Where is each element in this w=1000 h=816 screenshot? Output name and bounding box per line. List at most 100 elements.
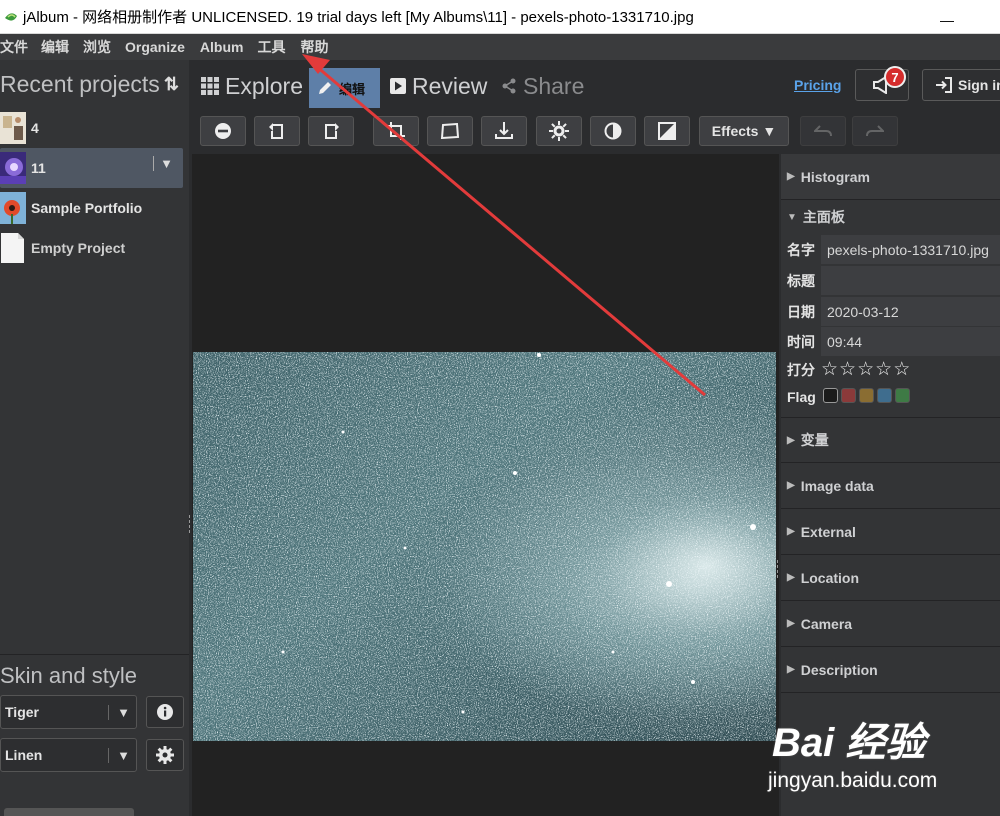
section-variables[interactable]: ▶ 变量: [781, 417, 1000, 463]
contrast-icon: [604, 122, 622, 140]
project-label: 4: [31, 120, 39, 136]
contrast-button[interactable]: [590, 116, 636, 146]
flip-button[interactable]: [481, 116, 527, 146]
undo-icon: [814, 125, 832, 137]
flag-none-swatch[interactable]: [823, 388, 838, 403]
tab-review[interactable]: Review: [390, 68, 487, 104]
section-label: 变量: [800, 432, 829, 448]
grid-icon: [201, 77, 219, 95]
chevron-right-icon: ▶: [787, 618, 795, 629]
name-row: 名字 pexels-photo-1331710.jpg: [781, 235, 1000, 264]
section-histogram[interactable]: ▶ Histogram: [781, 154, 1000, 200]
menu-edit[interactable]: 编辑: [41, 37, 83, 57]
flag-swatches[interactable]: [823, 388, 913, 403]
star-icon[interactable]: ☆: [857, 358, 874, 381]
menu-tools[interactable]: 工具: [257, 37, 300, 57]
skin-info-button[interactable]: [146, 696, 184, 728]
play-icon: [390, 78, 406, 94]
chevron-right-icon: ▶: [787, 434, 795, 446]
flag-color-swatch[interactable]: [859, 388, 874, 403]
title-label: 标题: [787, 272, 815, 289]
section-location[interactable]: ▶ Location: [781, 555, 1000, 601]
brightness-icon: [549, 121, 569, 141]
chevron-right-icon: ▶: [787, 572, 795, 583]
empty-project-icon: [1, 233, 24, 263]
project-item-sample-portfolio[interactable]: Sample Portfolio: [0, 188, 189, 228]
time-field[interactable]: 09:44: [821, 327, 1000, 356]
star-icon[interactable]: ☆: [893, 358, 910, 381]
title-field[interactable]: [821, 266, 1000, 295]
edited-photo: [193, 352, 776, 741]
image-viewer[interactable]: [192, 154, 779, 816]
chevron-down-icon: ▼: [108, 704, 130, 720]
menu-album[interactable]: Album: [200, 39, 258, 55]
project-item-empty[interactable]: Empty Project: [0, 228, 189, 268]
menu-organize[interactable]: Organize: [125, 39, 200, 55]
project-label: Empty Project: [31, 240, 126, 256]
pricing-link[interactable]: Pricing: [794, 77, 841, 93]
tab-share[interactable]: Share: [501, 68, 584, 104]
chevron-down-icon[interactable]: ▼: [153, 156, 173, 171]
menu-bar: 文件 编辑 浏览 Organize Album 工具 帮助: [0, 34, 1000, 60]
section-image-data[interactable]: ▶ Image data: [781, 463, 1000, 509]
tab-explore-label: Explore: [225, 72, 303, 99]
levels-button[interactable]: [644, 116, 690, 146]
menu-help[interactable]: 帮助: [300, 37, 335, 57]
effects-button[interactable]: Effects ▼: [699, 116, 789, 146]
crop-button[interactable]: [373, 116, 419, 146]
redo-button[interactable]: [852, 116, 898, 146]
star-icon[interactable]: ☆: [875, 358, 892, 381]
section-description[interactable]: ▶ Description: [781, 647, 1000, 693]
straighten-button[interactable]: [427, 116, 473, 146]
flag-color-swatch[interactable]: [895, 388, 910, 403]
section-label: External: [800, 523, 856, 540]
levels-icon: [658, 122, 676, 140]
left-splitter-handle[interactable]: [189, 515, 193, 533]
star-icon[interactable]: ☆: [839, 358, 856, 381]
tab-edit[interactable]: 编辑: [309, 68, 380, 108]
rotate-left-icon: [269, 123, 283, 139]
menu-file[interactable]: 文件: [0, 37, 41, 57]
brightness-button[interactable]: [536, 116, 582, 146]
date-row: 日期 2020-03-12: [781, 297, 1000, 326]
name-field[interactable]: pexels-photo-1331710.jpg: [821, 235, 1000, 264]
sort-icon[interactable]: ⇅: [164, 74, 179, 95]
projects-sidebar: Recent projects ⇅ 4 11 ▼ Sample Portfoli…: [0, 60, 189, 816]
skin-and-style-title: Skin and style: [0, 654, 189, 694]
star-icon[interactable]: ☆: [821, 358, 838, 381]
minimize-button[interactable]: —: [940, 12, 954, 28]
crop-icon: [387, 122, 405, 140]
flag-color-swatch[interactable]: [841, 388, 856, 403]
menu-view[interactable]: 浏览: [83, 37, 125, 57]
flag-color-swatch[interactable]: [877, 388, 892, 403]
skin-settings-button[interactable]: [146, 739, 184, 771]
flip-icon: [495, 122, 513, 139]
photo-texture: [193, 352, 776, 741]
undo-button[interactable]: [800, 116, 846, 146]
section-external[interactable]: ▶ External: [781, 509, 1000, 555]
rating-stars[interactable]: ☆ ☆ ☆ ☆ ☆: [821, 358, 911, 381]
section-camera[interactable]: ▶ Camera: [781, 601, 1000, 647]
jalbum-window: jAlbum - 网络相册制作者 UNLICENSED. 19 trial da…: [0, 0, 1000, 816]
project-item-4[interactable]: 4: [0, 108, 189, 148]
sign-in-button[interactable]: Sign in: [922, 69, 1000, 101]
section-main-panel[interactable]: ▼ 主面板: [781, 200, 1000, 234]
make-album-button[interactable]: [4, 808, 134, 816]
section-label: 主面板: [802, 209, 845, 225]
share-icon: [502, 78, 516, 94]
skin-select[interactable]: Tiger ▼: [0, 695, 137, 729]
zoom-out-button[interactable]: [200, 116, 246, 146]
chevron-right-icon: ▶: [787, 526, 795, 537]
style-select[interactable]: Linen ▼: [0, 738, 137, 772]
straighten-icon: [440, 123, 460, 139]
notifications-button[interactable]: 7: [855, 66, 909, 101]
tab-share-label: Share: [523, 72, 585, 99]
tab-explore[interactable]: Explore: [201, 68, 303, 104]
notification-badge: 7: [884, 66, 906, 88]
sign-in-icon: [936, 77, 952, 93]
rotate-right-button[interactable]: [308, 116, 354, 146]
rotate-left-button[interactable]: [254, 116, 300, 146]
project-label: Sample Portfolio: [31, 200, 143, 216]
project-item-11[interactable]: 11 ▼: [0, 148, 183, 188]
date-field[interactable]: 2020-03-12: [821, 297, 1000, 326]
